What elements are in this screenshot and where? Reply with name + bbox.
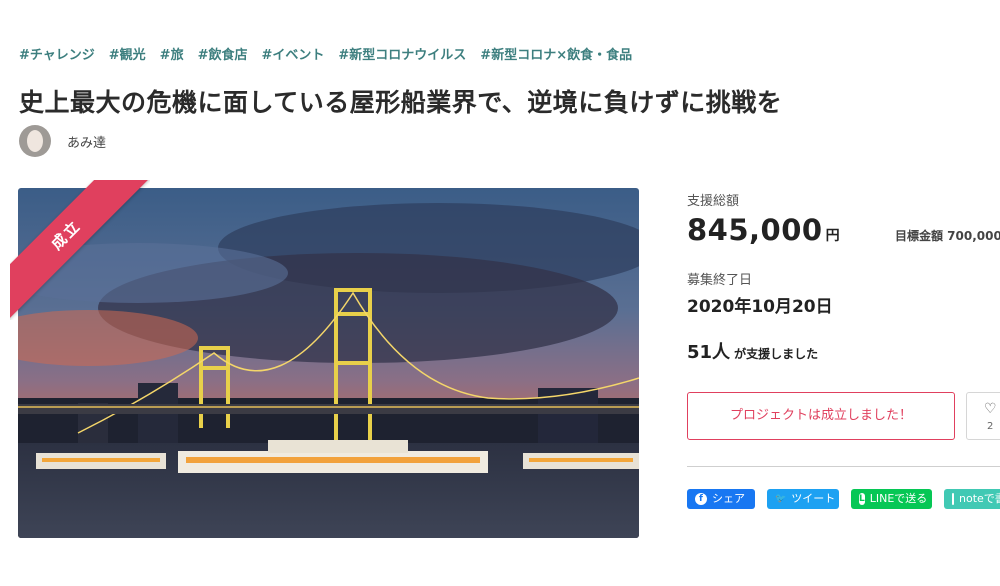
total-label: 支援総額	[687, 194, 740, 209]
tag-list: #チャレンジ #観光 #旅 #飲食店 #イベント #新型コロナウイルス #新型コ…	[19, 44, 632, 63]
divider	[687, 466, 1000, 467]
favorite-button[interactable]: ♡ 2	[966, 392, 1000, 440]
facebook-share-button[interactable]: f シェア	[687, 489, 755, 509]
note-share-label: noteで書く	[959, 492, 1000, 505]
project-success-button[interactable]: プロジェクトは成立しました！	[687, 392, 955, 440]
supporters-suffix: が支援しました	[734, 347, 819, 361]
project-image[interactable]	[18, 188, 639, 538]
funding-panel: 支援総額 845,000 円 目標金額 700,000 募集終了日 2020年10…	[687, 190, 1000, 364]
tag-link[interactable]: #イベント	[261, 44, 324, 63]
amount-row: 845,000 円 目標金額 700,000	[687, 213, 1000, 257]
line-share-button[interactable]: L LINEで送る	[851, 489, 932, 509]
tag-link[interactable]: #新型コロナウイルス	[338, 44, 466, 63]
goal-amount: 目標金額 700,000	[895, 229, 1000, 243]
supporters-count: 51人	[687, 342, 731, 363]
tag-link[interactable]: #チャレンジ	[19, 44, 95, 63]
currency-unit: 円	[825, 228, 840, 244]
tag-link[interactable]: #飲食店	[198, 44, 248, 63]
note-icon	[952, 493, 954, 505]
avatar	[19, 125, 51, 157]
note-share-button[interactable]: noteで書く	[944, 489, 1000, 509]
supporters: 51人 が支援しました	[687, 338, 1000, 364]
line-icon: L	[859, 493, 865, 505]
facebook-share-label: シェア	[712, 492, 745, 505]
facebook-icon: f	[695, 493, 707, 505]
twitter-icon: 🐦	[775, 494, 787, 504]
tag-link[interactable]: #新型コロナ×飲食・食品	[480, 44, 632, 63]
favorite-count: 2	[987, 421, 994, 432]
end-date-label: 募集終了日	[687, 273, 753, 288]
author-link[interactable]: あみ達	[19, 125, 106, 157]
line-share-label: LINEで送る	[869, 492, 928, 505]
tag-link[interactable]: #観光	[109, 44, 146, 63]
author-name: あみ達	[67, 135, 107, 151]
total-amount: 845,000	[687, 213, 823, 247]
twitter-share-label: ツイート	[791, 492, 836, 505]
tag-link[interactable]: #旅	[160, 44, 184, 63]
twitter-share-button[interactable]: 🐦 ツイート	[767, 489, 839, 509]
heart-icon: ♡	[984, 401, 997, 417]
project-title: 史上最大の危機に面している屋形船業界で、逆境に負けずに挑戦を	[19, 88, 783, 117]
end-date: 2020年10月20日	[687, 297, 833, 317]
